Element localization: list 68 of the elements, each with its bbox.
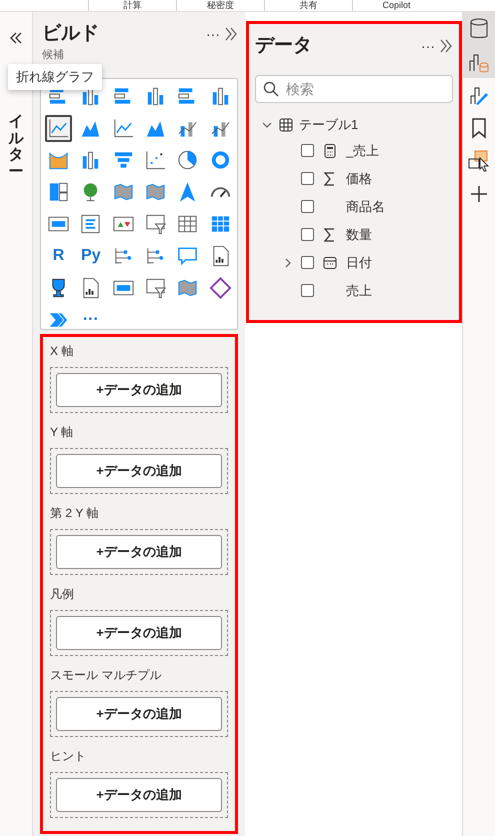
field-name: 日付 <box>346 254 372 272</box>
checkbox[interactable] <box>301 284 314 297</box>
checkbox[interactable] <box>301 144 314 157</box>
ribbon-tab[interactable]: 秘密度 <box>176 0 264 11</box>
add-data-button[interactable]: +データの追加 <box>56 372 222 406</box>
visual-type-button[interactable]: Py <box>77 242 104 270</box>
field-well-label: 凡例 <box>50 586 75 602</box>
pane-title: ビルド <box>41 22 99 46</box>
add-data-button[interactable]: +データの追加 <box>56 454 222 488</box>
checkbox[interactable] <box>301 200 314 213</box>
field-name: 価格 <box>346 170 372 188</box>
visual-type-button[interactable]: R <box>45 242 72 270</box>
field-item[interactable]: 商品名 <box>255 192 453 220</box>
list-chart-icon <box>79 212 102 236</box>
chevron-icon[interactable] <box>283 256 293 268</box>
double-chevron-right-icon[interactable] <box>224 27 238 42</box>
calendar-icon <box>322 254 338 270</box>
checkbox[interactable] <box>301 228 314 241</box>
add-data-button[interactable]: +データの追加 <box>56 778 222 812</box>
slicer-chart-icon <box>144 276 167 300</box>
tooltip: 折れ線グラフ <box>8 64 102 90</box>
add-data-button[interactable]: +データの追加 <box>56 616 222 650</box>
field-well-label: スモール マルチプル <box>50 666 162 682</box>
field-item[interactable]: 日付 <box>255 248 453 276</box>
field-item[interactable]: _売上 <box>255 136 453 164</box>
table-name: テーブル1 <box>299 116 358 134</box>
database-icon <box>469 18 489 40</box>
calculator-icon <box>322 142 338 158</box>
field-well-label: ヒント <box>50 748 87 764</box>
ribbon-tab[interactable]: Copilot <box>352 0 440 11</box>
pie-chart-icon <box>176 148 200 172</box>
field-well-label: X 軸 <box>50 342 74 358</box>
table-icon <box>279 118 293 132</box>
field-name: 数量 <box>346 226 372 244</box>
visual-type-button[interactable] <box>45 114 72 142</box>
ribbon-tab[interactable]: 計算 <box>88 0 176 11</box>
field-well-label: 第 2 Y 軸 <box>50 504 100 520</box>
shapes-cursor-icon <box>467 150 491 172</box>
visual-type-button[interactable]: ··· <box>77 306 104 334</box>
section-label: 候補 <box>41 48 65 62</box>
search-field[interactable]: 検索 <box>255 74 453 102</box>
treemap-chart-icon <box>47 180 70 204</box>
table-node[interactable]: テーブル1 <box>255 112 453 136</box>
field-name: 売上 <box>346 282 372 300</box>
double-chevron-right-icon[interactable] <box>439 39 453 54</box>
add-data-button[interactable]: +データの追加 <box>56 534 222 568</box>
field-well-label: Y 軸 <box>50 424 74 440</box>
pane-switch-button[interactable] <box>462 12 495 45</box>
more-options[interactable]: ··· <box>206 24 220 45</box>
field-name: 商品名 <box>346 198 385 216</box>
double-chevron-left-icon[interactable] <box>9 32 23 44</box>
add-data-button[interactable]: +データの追加 <box>56 696 222 730</box>
bookmark-icon <box>471 116 487 138</box>
pane-title: データ <box>255 34 312 58</box>
more-options[interactable]: ··· <box>421 36 435 57</box>
pane-switch-button[interactable] <box>462 45 495 78</box>
diamond-chart-icon <box>208 276 232 300</box>
search-icon <box>263 80 279 96</box>
checkbox[interactable] <box>301 256 314 269</box>
field-item[interactable]: 売上 <box>255 276 453 304</box>
field-item[interactable]: 価格 <box>255 164 453 192</box>
field-name: _売上 <box>346 142 380 160</box>
plus-icon <box>469 184 489 204</box>
ribbon-tab[interactable]: 共有 <box>264 0 352 11</box>
field-item[interactable]: 数量 <box>255 220 453 248</box>
filter-pane-label: イルター <box>8 114 24 180</box>
slicer-chart-icon <box>144 212 167 236</box>
checkbox[interactable] <box>301 172 314 185</box>
